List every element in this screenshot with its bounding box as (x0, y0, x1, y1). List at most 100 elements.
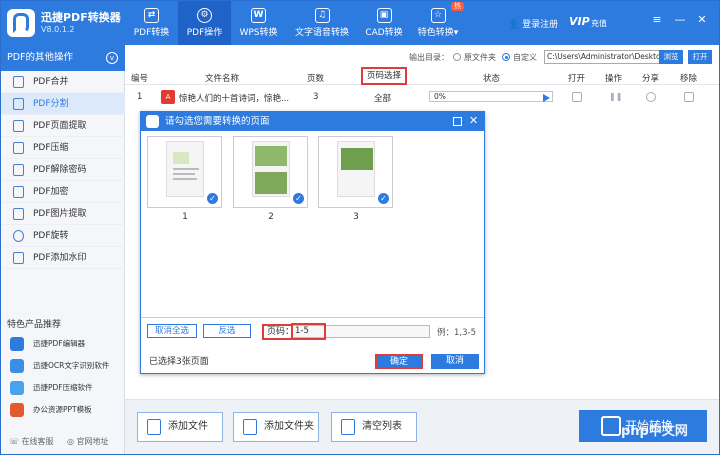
feature-label: 办公资源PPT模板 (33, 405, 92, 414)
item-label: PDF加密 (33, 187, 69, 197)
sidebar-item-page-extract[interactable]: PDF页面提取 (1, 115, 125, 137)
col-page-selection: 页码选择 (361, 67, 408, 85)
add-file-button[interactable]: 添加文件 (137, 412, 223, 442)
deselect-all-button[interactable]: 取消全选 (147, 324, 197, 338)
output-directory-row: 输出目录： 原文件夹 自定义 C:\Users\Administrator\De… (125, 49, 719, 67)
share-icon[interactable] (646, 92, 656, 102)
sidebar-title: PDF的其他操作 (7, 52, 74, 63)
confirm-button[interactable]: 确定 (375, 354, 423, 369)
bottom-toolbar: 添加文件 添加文件夹 清空列表 开始转换 php中文网 (125, 399, 719, 454)
invert-selection-button[interactable]: 反选 (203, 324, 251, 338)
clear-list-button[interactable]: 清空列表 (331, 412, 417, 442)
play-icon[interactable] (543, 94, 550, 102)
page-range-input[interactable]: 1-5 (292, 325, 430, 338)
sidebar-item-pdf-encrypt[interactable]: PDF加密 (1, 181, 125, 203)
hot-badge: 热 (451, 2, 464, 11)
app-window: 迅捷PDF转换器 V8.0.1.2 ⇄ PDF转换 ⚙ PDF操作 W WPS转… (0, 0, 720, 455)
row-index: 1 (137, 92, 143, 102)
sidebar-item-pdf-merge[interactable]: PDF合并 (1, 71, 125, 93)
tab-pdf-operate[interactable]: ⚙ PDF操作 (178, 1, 231, 45)
col-action: 操作 (605, 74, 623, 84)
add-file-label: 添加文件 (168, 421, 208, 432)
ocr-icon (10, 359, 24, 373)
col-share: 分享 (642, 74, 660, 84)
radio-custom-folder[interactable] (502, 53, 510, 61)
chevron-down-icon[interactable]: v (106, 52, 118, 64)
page-number-3: 3 (353, 212, 359, 222)
col-open: 打开 (568, 74, 586, 84)
sidebar-item-remove-password[interactable]: PDF解除密码 (1, 159, 125, 181)
feature-pdf-compress[interactable]: 迅捷PDF压缩软件 (1, 377, 125, 399)
sidebar-item-pdf-split[interactable]: PDF分割 (1, 93, 125, 115)
open-folder-button[interactable]: 打开 (688, 50, 712, 64)
page-preview (166, 141, 204, 197)
tab-cad-convert[interactable]: ▣ CAD转换 (358, 1, 410, 45)
page-thumbnail-1[interactable]: ✓ (147, 136, 222, 208)
compress-app-icon (10, 381, 24, 395)
vip-button[interactable]: VIP (569, 15, 590, 28)
tab-label: 特色转换▾ (417, 28, 459, 38)
login-register-link[interactable]: 👤 登录注册 (508, 17, 558, 30)
login-label: 登录注册 (522, 20, 559, 30)
image-icon (13, 208, 24, 220)
site-watermark: php中文网 (621, 424, 688, 439)
progress-text: 0% (434, 92, 446, 101)
text-line (173, 173, 195, 175)
feature-ocr[interactable]: 迅捷OCR文字识别软件 (1, 355, 125, 377)
online-service-label: 在线客服 (21, 437, 54, 446)
col-remove: 移除 (680, 74, 698, 84)
col-filename: 文件名称 (205, 74, 240, 84)
browse-button[interactable]: 浏览 (659, 50, 683, 64)
sidebar: PDF的其他操作 v PDF合并 PDF分割 PDF页面提取 PDF压缩 PDF… (1, 45, 125, 454)
rotate-icon (13, 230, 24, 242)
output-label: 输出目录： (409, 53, 449, 62)
check-icon[interactable]: ✓ (378, 193, 389, 204)
maximize-icon[interactable] (453, 117, 462, 126)
sidebar-item-pdf-compress[interactable]: PDF压缩 (1, 137, 125, 159)
minimize-button[interactable]: — (673, 13, 687, 26)
row-filename: 惊艳人们的十首诗词，惊艳... (179, 94, 290, 104)
close-button[interactable]: ✕ (695, 13, 709, 26)
dialog-title-bar: 请勾选您需要转换的页面 ✕ (141, 112, 484, 131)
pause-icon[interactable]: ❚❚ (609, 92, 622, 102)
sidebar-item-pdf-rotate[interactable]: PDF旋转 (1, 225, 125, 247)
feature-ppt-templates[interactable]: 办公资源PPT模板 (1, 399, 125, 421)
cad-icon: ▣ (376, 8, 392, 23)
play-icon (601, 416, 621, 436)
page-thumbnail-2[interactable]: ✓ (233, 136, 308, 208)
sidebar-item-add-watermark[interactable]: PDF添加水印 (1, 247, 125, 269)
sidebar-header[interactable]: PDF的其他操作 v (1, 45, 125, 71)
page-thumbnail-3[interactable]: ✓ (318, 136, 393, 208)
tab-pdf-convert[interactable]: ⇄ PDF转换 (125, 1, 178, 45)
add-folder-button[interactable]: 添加文件夹 (233, 412, 319, 442)
tab-text-speech[interactable]: ♫ 文字语音转换 (286, 1, 358, 45)
website-link[interactable]: ◎ 官网地址 (67, 436, 109, 447)
extract-icon (13, 120, 24, 132)
audio-icon: ♫ (314, 8, 330, 23)
convert-icon: ⇄ (144, 8, 159, 23)
output-path-input[interactable]: C:\Users\Administrator\Deskto (544, 50, 660, 64)
add-folder-icon (243, 419, 257, 435)
item-label: PDF解除密码 (33, 165, 87, 175)
item-label: PDF合并 (33, 77, 69, 87)
folder-icon[interactable] (572, 92, 582, 102)
page-range-example: 例：1,3-5 (437, 328, 476, 338)
table-row[interactable]: 1 A 惊艳人们的十首诗词，惊艳... 3 全部 0% ❚❚ (125, 87, 719, 107)
trash-icon (341, 419, 355, 435)
check-icon[interactable]: ✓ (293, 193, 304, 204)
menu-icon[interactable]: ≡ (650, 13, 664, 26)
sidebar-item-image-extract[interactable]: PDF图片提取 (1, 203, 125, 225)
feature-pdf-editor[interactable]: 迅捷PDF编辑器 (1, 333, 125, 355)
close-icon[interactable]: ✕ (469, 113, 478, 129)
radio-original-folder[interactable] (453, 53, 461, 61)
cancel-button[interactable]: 取消 (431, 354, 479, 369)
row-page-selection[interactable]: 全部 (374, 92, 391, 104)
pdf-file-icon: A (161, 90, 175, 104)
online-service-link[interactable]: ☏ 在线客服 (9, 436, 54, 447)
tab-wps-convert[interactable]: W WPS转换 (231, 1, 286, 45)
check-icon[interactable]: ✓ (207, 193, 218, 204)
item-label: PDF添加水印 (33, 253, 87, 263)
recharge-label[interactable]: 充值 (591, 18, 607, 29)
trash-icon[interactable] (684, 92, 694, 102)
page-preview (252, 141, 290, 197)
